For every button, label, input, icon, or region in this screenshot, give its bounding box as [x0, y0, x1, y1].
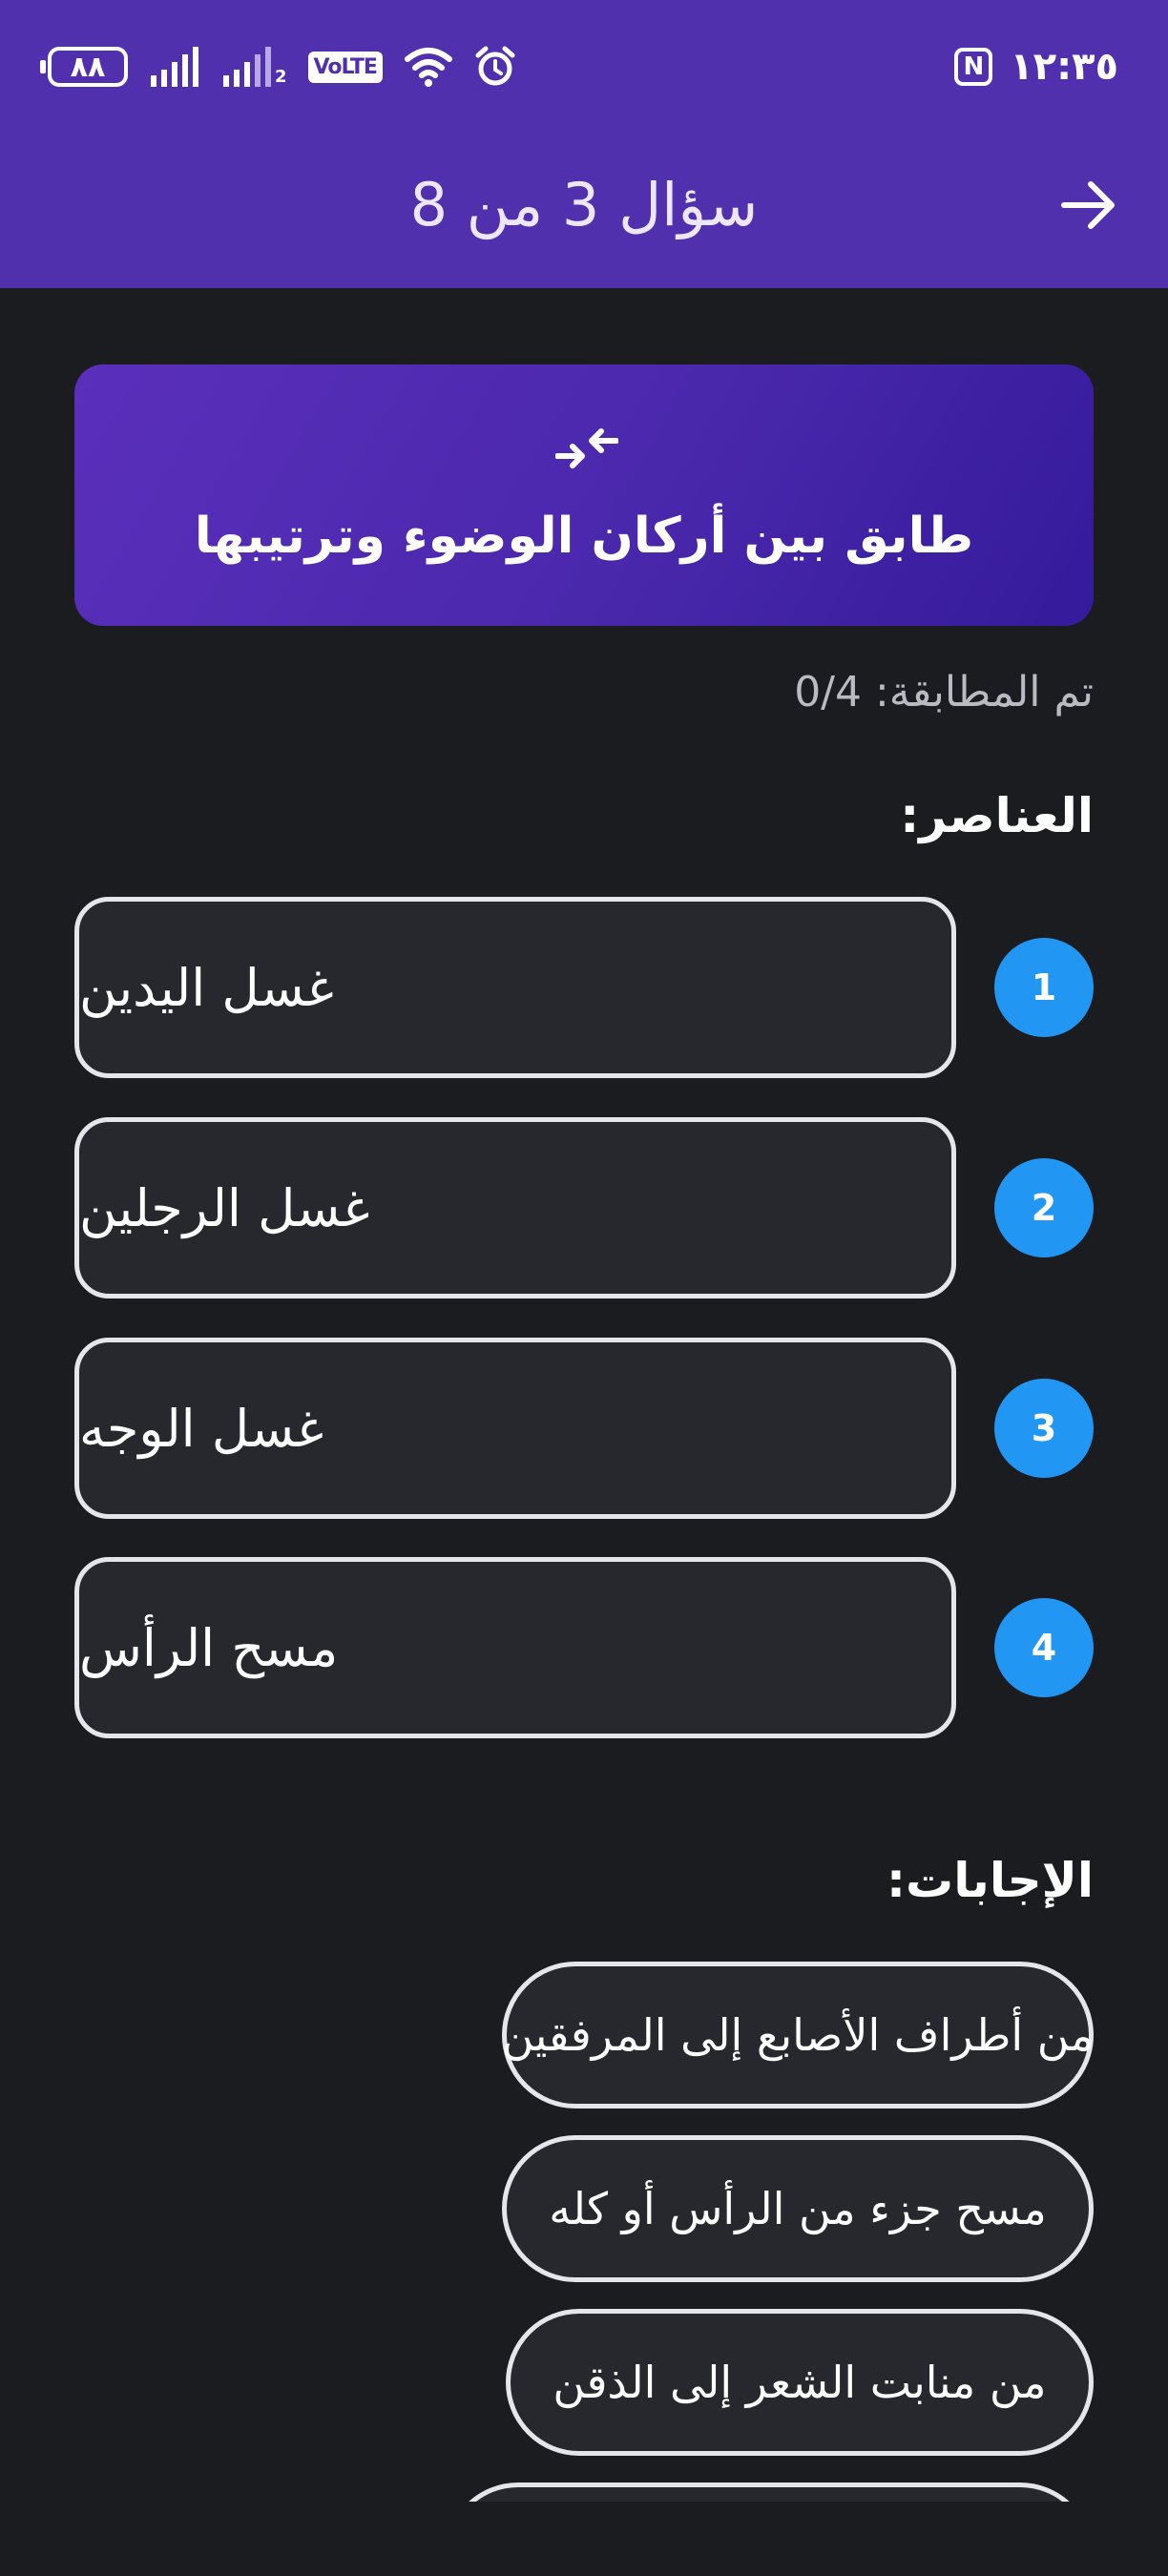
question-card: طابق بين أركان الوضوء وترتيبها	[74, 364, 1094, 626]
signal-icon	[223, 47, 271, 87]
question-text: طابق بين أركان الوضوء وترتيبها	[194, 508, 974, 565]
answers-section-title: الإجابات:	[886, 1853, 1094, 1908]
page-title: سؤال 3 من 8	[409, 170, 759, 239]
nfc-label: N	[963, 52, 985, 81]
item-row[interactable]: غسل اليدين 1	[74, 897, 1094, 1078]
signal-icon	[151, 47, 198, 87]
item-slot[interactable]: غسل الرجلين	[74, 1117, 956, 1298]
item-number-badge: 2	[994, 1158, 1094, 1257]
items-section-title: العناصر:	[900, 788, 1094, 843]
item-label: مسح الرأس	[79, 1617, 339, 1678]
arrow-right-icon	[1061, 181, 1115, 229]
item-row[interactable]: مسح الرأس 4	[74, 1557, 1094, 1738]
item-label: غسل الوجه	[79, 1398, 324, 1459]
volte-icon: VoLTE	[307, 51, 383, 83]
item-slot[interactable]: مسح الرأس	[74, 1557, 956, 1738]
answer-chip[interactable]	[445, 2483, 1094, 2502]
wifi-icon	[404, 48, 452, 87]
answer-chip[interactable]: من أطراف الأصابع إلى المرفقين	[502, 1962, 1094, 2109]
status-time: ١٢:٣٥	[1010, 45, 1118, 89]
status-bar: ٨٨ 2 VoLTE N ١٢:٣٥	[0, 0, 1168, 134]
back-button[interactable]	[1055, 172, 1122, 239]
signal-sim2: 2	[221, 47, 287, 87]
item-number-badge: 1	[994, 938, 1094, 1037]
item-label: غسل الرجلين	[79, 1177, 370, 1238]
battery-icon: ٨٨	[40, 47, 128, 87]
item-row[interactable]: غسل الوجه 3	[74, 1338, 1094, 1519]
answers-list: من أطراف الأصابع إلى المرفقين مسح جزء من…	[0, 1946, 1168, 2502]
alarm-icon	[475, 46, 515, 86]
answer-chip[interactable]: مسح جزء من الرأس أو كله	[502, 2135, 1094, 2282]
match-progress: تم المطابقة: 0/4	[794, 668, 1094, 717]
battery-level: ٨٨	[70, 50, 106, 84]
nfc-icon: N	[954, 48, 993, 86]
sim2-label: 2	[275, 67, 287, 87]
status-icons-left: ٨٨ 2 VoLTE	[40, 44, 516, 90]
top-bar: ٨٨ 2 VoLTE N ١٢:٣٥ سؤال 3 من 8	[0, 0, 1168, 288]
status-icons-right: N ١٢:٣٥	[954, 42, 1118, 92]
item-slot[interactable]: غسل الوجه	[74, 1338, 956, 1519]
item-label: غسل اليدين	[79, 957, 334, 1018]
compress-arrows-icon	[555, 428, 618, 468]
app-bar: سؤال 3 من 8	[0, 143, 1168, 267]
item-row[interactable]: غسل الرجلين 2	[74, 1117, 1094, 1298]
item-number-badge: 3	[994, 1379, 1094, 1478]
answer-chip[interactable]: من منابت الشعر إلى الذقن	[506, 2309, 1094, 2456]
item-number-badge: 4	[994, 1598, 1094, 1697]
item-slot[interactable]: غسل اليدين	[74, 897, 956, 1078]
